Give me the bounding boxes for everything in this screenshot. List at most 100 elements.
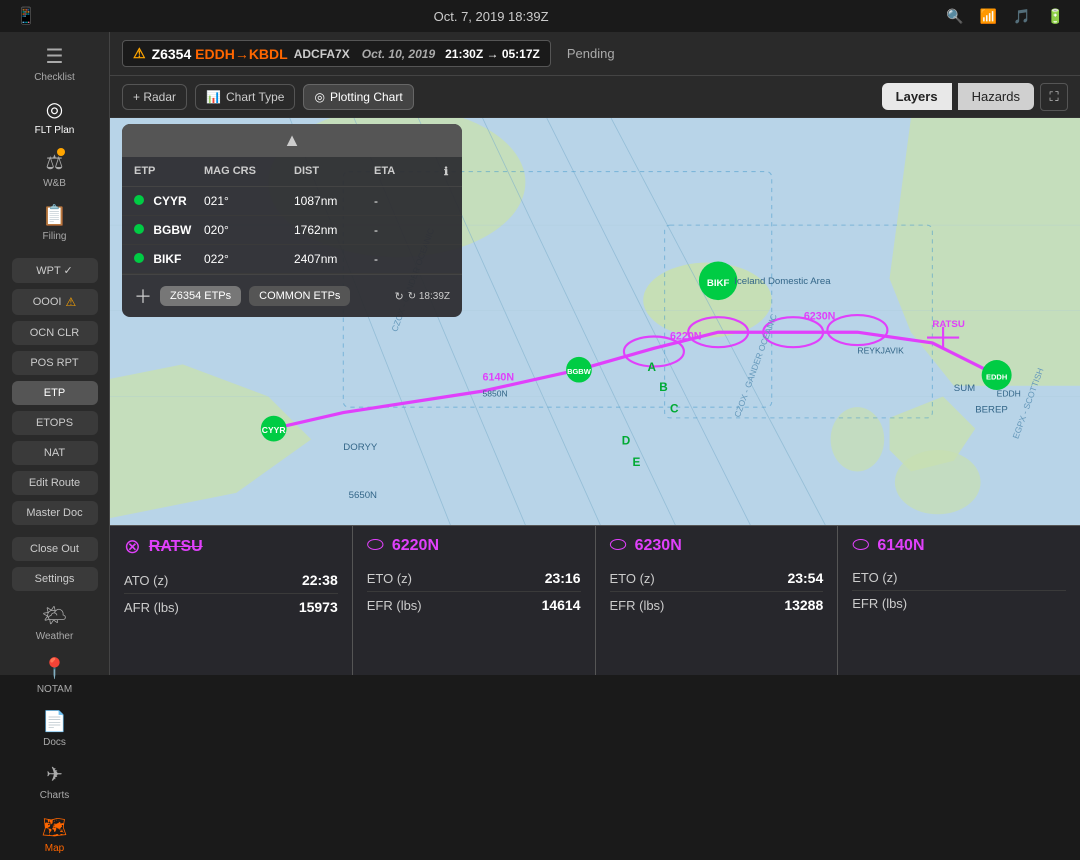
master-doc-button[interactable]: Master Doc: [12, 501, 98, 525]
svg-text:REYKJAVIK: REYKJAVIK: [857, 346, 904, 356]
oooi-warning-icon: ⚠: [65, 295, 76, 309]
6220n-eto-row: ETO (z) 23:16: [367, 565, 581, 592]
6140n-label: 6140N: [877, 537, 924, 555]
etp-tab-common[interactable]: COMMON ETPs: [249, 286, 350, 306]
svg-text:B: B: [659, 381, 667, 394]
6140n-waypoint-icon: ⬭: [852, 534, 869, 557]
svg-text:BIKF: BIKF: [707, 278, 730, 289]
etp-table-header: ETP MAG CRS DIST ETA ℹ: [122, 157, 462, 187]
etp-row-bikf: BIKF 022° 2407nm -: [122, 245, 462, 274]
flight-code: ADCFA7X: [294, 47, 350, 61]
etp-add-button[interactable]: ＋: [134, 283, 152, 309]
chart-type-button[interactable]: 📊 Chart Type: [195, 84, 295, 110]
svg-text:BGBW: BGBW: [567, 367, 592, 376]
svg-text:6230N: 6230N: [804, 310, 836, 322]
notam-icon: 📍: [42, 656, 67, 681]
radar-button[interactable]: + Radar: [122, 84, 187, 110]
ratsu-label: RATSU: [149, 538, 203, 556]
plotting-icon: ◎: [314, 90, 324, 104]
edit-route-button[interactable]: Edit Route: [12, 471, 98, 495]
6220n-efr-value: 14614: [542, 597, 581, 613]
svg-text:D: D: [622, 435, 631, 448]
flight-status-badge: Pending: [567, 46, 615, 61]
svg-text:5650N: 5650N: [349, 490, 377, 501]
weather-icon: 🌤: [42, 603, 67, 628]
etp-row-cyyr: CYYR 021° 1087nm -: [122, 187, 462, 216]
nat-button[interactable]: NAT: [12, 441, 98, 465]
wpt-button[interactable]: WPT ✓: [12, 258, 98, 283]
refresh-icon: ↻: [394, 290, 403, 303]
map-icon: 🗺: [42, 815, 67, 840]
audio-icon: 🎵: [1013, 8, 1030, 25]
etp-tab-z6354[interactable]: Z6354 ETPs: [160, 286, 241, 306]
etp-refresh[interactable]: ↻ ↻ 18:39Z: [394, 290, 450, 303]
6140n-title: ⬭ 6140N: [852, 534, 1066, 557]
main-container: ☰ Checklist ◎ FLT Plan ⚖ W&B 📋 Filing WP…: [0, 32, 1080, 675]
bgbw-dot: [134, 224, 144, 234]
pos-rpt-button[interactable]: POS RPT: [12, 351, 98, 375]
sidebar-item-docs[interactable]: 📄 Docs: [10, 703, 100, 754]
sidebar-item-wb[interactable]: ⚖ W&B: [10, 144, 100, 195]
sidebar-item-map[interactable]: 🗺 Map: [10, 809, 100, 860]
map-area[interactable]: CYYR BGBW BIKF EDDH 6220N 6230N 6140N A …: [110, 118, 1080, 525]
svg-text:C: C: [670, 403, 679, 416]
etp-button[interactable]: ETP: [12, 381, 98, 405]
close-out-button[interactable]: Close Out: [12, 537, 98, 561]
plotting-chart-button[interactable]: ◎ Plotting Chart: [303, 84, 413, 110]
sidebar-item-filing[interactable]: 📋 Filing: [10, 197, 100, 248]
sidebar-item-notam[interactable]: 📍 NOTAM: [10, 650, 100, 701]
fullscreen-button[interactable]: ⛶: [1040, 83, 1068, 111]
toolbar-right: Layers Hazards ⛶: [882, 83, 1068, 111]
ratsu-waypoint-icon: ⊗: [124, 534, 141, 559]
system-bar-left: 📱: [16, 6, 36, 26]
6140n-efr-row: EFR (lbs): [852, 591, 1066, 616]
6230n-eto-value: 23:54: [787, 570, 823, 586]
system-icons: 🔍 📶 🎵 🔋: [946, 8, 1064, 25]
svg-text:6220N: 6220N: [670, 331, 702, 343]
flight-bar: ⚠ Z6354 EDDH→KBDL ADCFA7X Oct. 10, 2019 …: [110, 32, 1080, 76]
layers-button[interactable]: Layers: [882, 83, 952, 110]
ratsu-afr-value: 15973: [299, 599, 338, 615]
settings-button[interactable]: Settings: [12, 567, 98, 591]
svg-text:A: A: [647, 361, 656, 374]
6140n-eto-row: ETO (z): [852, 565, 1066, 591]
6230n-waypoint-icon: ⬭: [610, 534, 627, 557]
6230n-efr-row: EFR (lbs) 13288: [610, 592, 824, 618]
bikf-dot: [134, 253, 144, 263]
wb-badge-container: ⚖: [46, 150, 64, 175]
battery-icon: 🔋: [1047, 8, 1064, 25]
etops-button[interactable]: ETOPS: [12, 411, 98, 435]
6220n-title: ⬭ 6220N: [367, 534, 581, 557]
sidebar-item-charts[interactable]: ✈ Charts: [10, 756, 100, 807]
svg-text:EDDH: EDDH: [986, 372, 1007, 381]
hazards-button[interactable]: Hazards: [958, 83, 1034, 110]
sidebar-item-weather[interactable]: 🌤 Weather: [10, 597, 100, 648]
ocn-clr-button[interactable]: OCN CLR: [12, 321, 98, 345]
system-bar: 📱 Oct. 7, 2019 18:39Z 🔍 📶 🎵 🔋: [0, 0, 1080, 32]
6230n-title: ⬭ 6230N: [610, 534, 824, 557]
chart-type-icon: 📊: [206, 90, 221, 104]
svg-text:BEREP: BEREP: [975, 405, 1008, 416]
flight-warning-icon: ⚠: [133, 45, 146, 62]
search-icon[interactable]: 🔍: [946, 8, 963, 25]
flight-times: 21:30Z → 05:17Z: [445, 47, 540, 61]
svg-text:5850N: 5850N: [483, 388, 508, 398]
svg-text:CYYR: CYYR: [262, 425, 286, 435]
6230n-eto-row: ETO (z) 23:54: [610, 565, 824, 592]
etp-collapse-button[interactable]: ▲: [283, 130, 301, 151]
sidebar-item-checklist[interactable]: ☰ Checklist: [10, 38, 100, 89]
etp-footer: ＋ Z6354 ETPs COMMON ETPs ↻ ↻ 18:39Z: [122, 274, 462, 317]
svg-text:E: E: [632, 456, 640, 469]
flight-date: Oct. 10, 2019: [362, 47, 435, 61]
charts-icon: ✈: [46, 762, 63, 787]
sidebar-item-flt-plan[interactable]: ◎ FLT Plan: [10, 91, 100, 142]
sidebar: ☰ Checklist ◎ FLT Plan ⚖ W&B 📋 Filing WP…: [0, 32, 110, 675]
svg-text:EDDH: EDDH: [997, 388, 1021, 398]
bottom-panel-6220n: ⬭ 6220N ETO (z) 23:16 EFR (lbs) 14614: [353, 526, 596, 675]
bottom-panel-ratsu: ⊗ RATSU ATO (z) 22:38 AFR (lbs) 15973: [110, 526, 353, 675]
bottom-panels: ⊗ RATSU ATO (z) 22:38 AFR (lbs) 15973: [110, 525, 1080, 675]
ratsu-ato-row: ATO (z) 22:38: [124, 567, 338, 594]
svg-text:Iceland Domestic Area: Iceland Domestic Area: [734, 276, 831, 287]
wb-warning-badge: [57, 148, 65, 156]
oooi-button[interactable]: OOOI ⚠: [12, 289, 98, 315]
